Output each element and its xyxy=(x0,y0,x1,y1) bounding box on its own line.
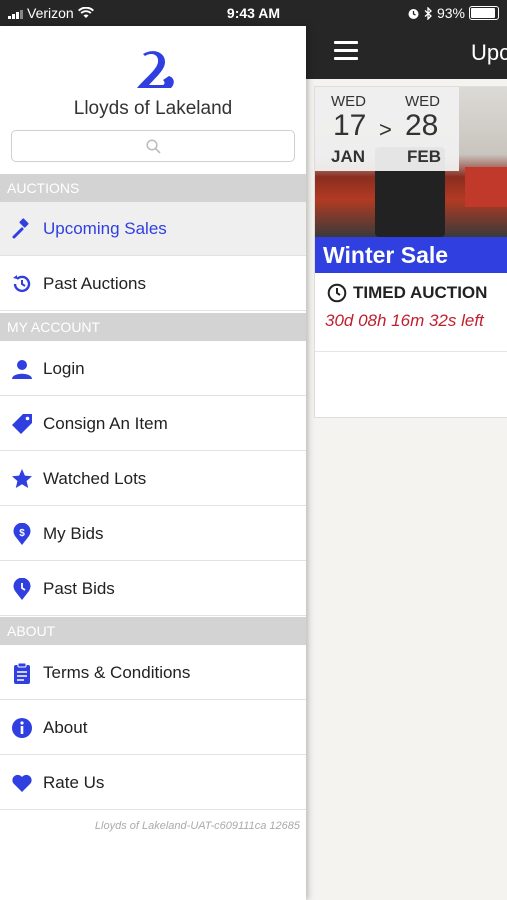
section-my-account: MY ACCOUNT xyxy=(0,313,306,341)
star-icon xyxy=(10,467,34,491)
heart-icon xyxy=(10,771,34,795)
start-day: WED xyxy=(331,93,366,110)
menu-label: Consign An Item xyxy=(43,413,168,433)
page-title: Upc xyxy=(471,40,507,65)
clipboard-icon xyxy=(10,661,34,685)
menu-label: Rate Us xyxy=(43,772,105,792)
hamburger-menu-icon[interactable] xyxy=(334,41,358,65)
user-icon xyxy=(10,357,34,381)
main-content: Upc WED 17 JAN > WED 28 FEB Winter Sale … xyxy=(306,26,507,900)
start-month: JAN xyxy=(331,147,366,166)
date-arrow: > xyxy=(379,117,392,142)
end-date: 28 xyxy=(405,109,439,142)
menu-item-about[interactable]: About xyxy=(0,701,306,755)
menu-label: About xyxy=(43,717,88,737)
menu-item-rate-us[interactable]: Rate Us xyxy=(0,756,306,810)
alarm-icon xyxy=(408,8,419,19)
menu-item-past-auctions[interactable]: Past Auctions xyxy=(0,257,306,311)
auction-type-label: TIMED AUCTION xyxy=(353,283,488,302)
menu-label: Past Bids xyxy=(43,578,115,598)
menu-label: Past Auctions xyxy=(43,273,147,293)
bluetooth-icon xyxy=(424,6,432,20)
dollar-pin-icon: $ xyxy=(10,522,34,546)
menu-label: Watched Lots xyxy=(43,468,147,488)
auction-type: TIMED AUCTION xyxy=(327,283,487,303)
menu-item-my-bids[interactable]: $ My Bids xyxy=(0,507,306,561)
menu-label: Upcoming Sales xyxy=(43,218,167,238)
countdown-timer: 30d 08h 16m 32s left xyxy=(325,311,484,330)
sale-card[interactable]: WED 17 JAN > WED 28 FEB Winter Sale TIME… xyxy=(314,86,507,418)
info-icon xyxy=(10,716,34,740)
svg-text:$: $ xyxy=(19,528,25,539)
sale-name: Winter Sale xyxy=(315,237,507,273)
divider xyxy=(315,351,507,352)
menu-label: Login xyxy=(43,358,85,378)
section-auctions: AUCTIONS xyxy=(0,174,306,202)
menu-item-past-bids[interactable]: Past Bids xyxy=(0,562,306,616)
menu-item-login[interactable]: Login xyxy=(0,342,306,396)
build-version: Lloyds of Lakeland-UAT-c609111ca 12685 xyxy=(94,820,300,832)
menu-item-upcoming-sales[interactable]: Upcoming Sales xyxy=(0,202,306,256)
sale-image: WED 17 JAN > WED 28 FEB xyxy=(315,87,507,237)
menu-label: My Bids xyxy=(43,523,104,543)
menu-item-consign[interactable]: Consign An Item xyxy=(0,397,306,451)
machinery-image-part xyxy=(465,167,507,207)
swan-logo-icon xyxy=(137,51,174,88)
gavel-icon xyxy=(10,217,34,241)
date-range: WED 17 JAN > WED 28 FEB xyxy=(315,87,459,171)
battery-percent: 93% xyxy=(436,5,465,21)
top-bar: Upc xyxy=(306,26,507,79)
menu-label: Terms & Conditions xyxy=(43,662,191,682)
clock-pin-icon xyxy=(10,577,34,601)
search-icon xyxy=(146,139,161,154)
brand-logo: Lloyds of Lakeland xyxy=(0,50,306,120)
menu-item-watched-lots[interactable]: Watched Lots xyxy=(0,452,306,506)
nav-drawer: Lloyds of Lakeland AUCTIONS Upcoming Sal… xyxy=(0,26,306,900)
start-date: 17 xyxy=(333,109,367,142)
menu-item-terms[interactable]: Terms & Conditions xyxy=(0,646,306,700)
end-month: FEB xyxy=(407,147,441,166)
section-about: ABOUT xyxy=(0,617,306,645)
history-icon xyxy=(10,272,34,296)
tag-icon xyxy=(10,412,34,436)
search-input[interactable] xyxy=(11,130,295,162)
battery-icon xyxy=(469,6,499,20)
brand-name: Lloyds of Lakeland xyxy=(73,98,233,119)
clock-icon xyxy=(327,283,347,303)
end-day: WED xyxy=(405,93,440,110)
status-bar: Verizon 9:43 AM 93% xyxy=(0,0,507,26)
